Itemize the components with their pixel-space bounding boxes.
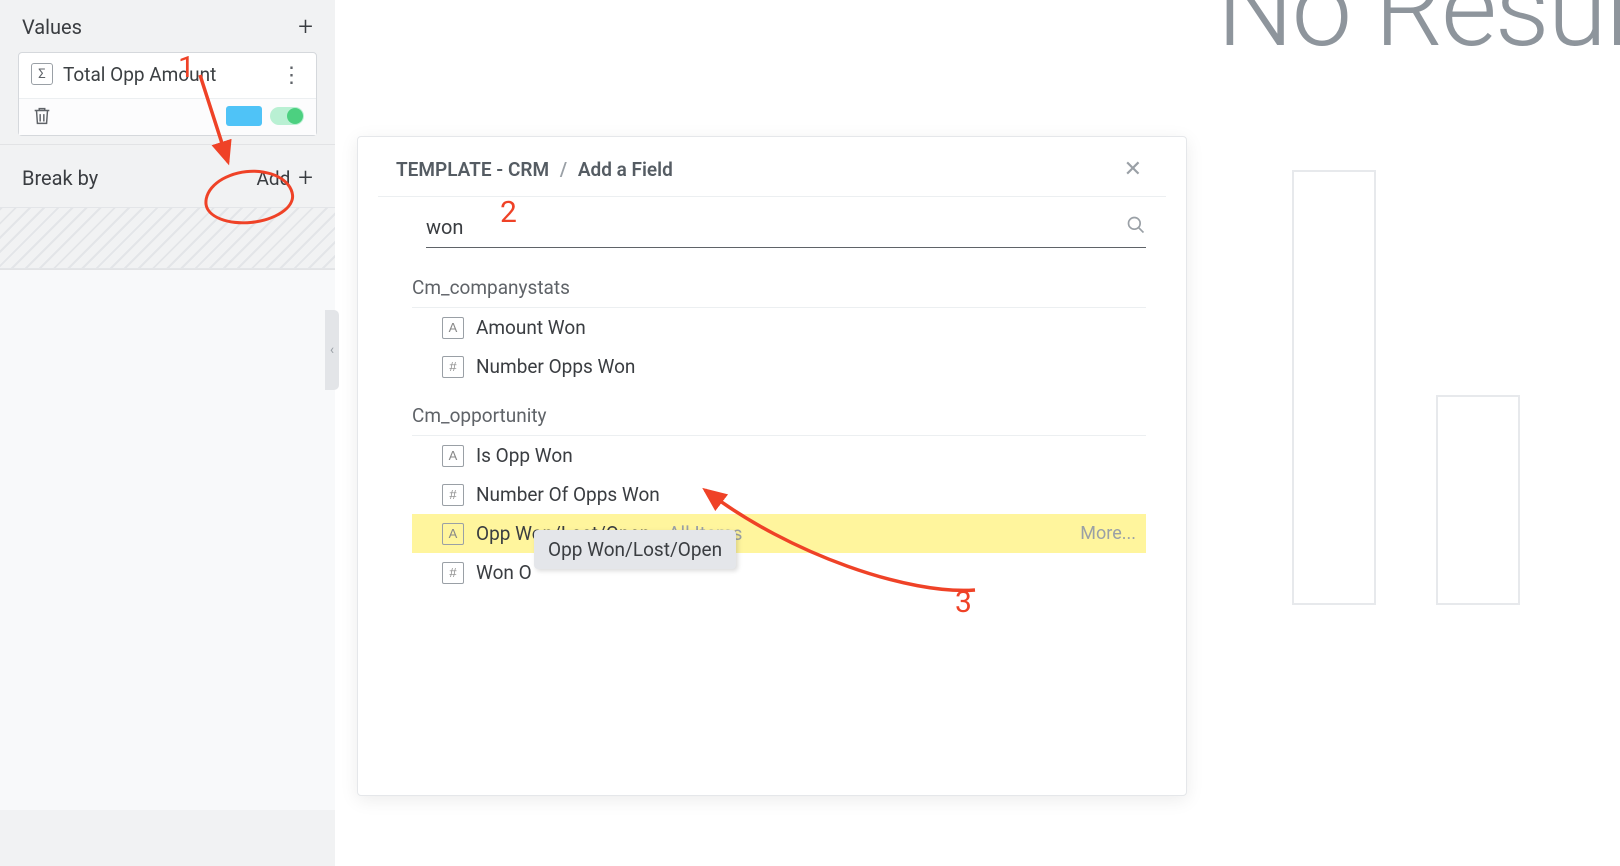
background-chart-placeholder xyxy=(1292,170,1620,605)
breakby-dropzone[interactable] xyxy=(0,207,335,269)
field-name: Amount Won xyxy=(476,316,586,339)
values-section: Values + Σ Total Opp Amount xyxy=(0,0,335,145)
breakby-header: Break by Add + xyxy=(0,145,335,207)
field-result-item[interactable]: # Number Of Opps Won xyxy=(412,475,1146,514)
field-name: Number Opps Won xyxy=(476,355,635,378)
field-result-item[interactable]: A Is Opp Won xyxy=(412,436,1146,475)
config-sidebar: Values + Σ Total Opp Amount Break by xyxy=(0,0,335,866)
value-toggle[interactable] xyxy=(270,107,304,125)
values-header: Values + xyxy=(0,0,335,52)
no-results-heading: No Result xyxy=(1217,0,1620,72)
field-name: Is Opp Won xyxy=(476,444,573,467)
breadcrumb-separator: / xyxy=(560,158,567,181)
field-search-input[interactable] xyxy=(426,215,1126,239)
field-more-link[interactable]: More... xyxy=(1080,523,1136,544)
popover-header: TEMPLATE - CRM / Add a Field ✕ xyxy=(378,137,1166,197)
sidebar-spacer xyxy=(0,270,335,810)
ghost-bar xyxy=(1436,395,1520,605)
close-button[interactable]: ✕ xyxy=(1124,157,1142,182)
value-item-label: Total Opp Amount xyxy=(63,63,280,87)
delete-value-button[interactable] xyxy=(31,105,53,127)
value-item-menu-button[interactable] xyxy=(280,63,304,88)
sidebar-collapse-handle[interactable]: ‹ xyxy=(325,310,339,390)
field-result-item[interactable]: # Number Opps Won xyxy=(412,347,1146,386)
ghost-bar xyxy=(1292,170,1376,605)
add-value-button[interactable]: + xyxy=(298,14,313,40)
value-item-chips xyxy=(226,106,304,126)
field-tooltip: Opp Won/Lost/Open xyxy=(534,530,736,569)
values-title: Values xyxy=(22,15,82,39)
add-field-popover: TEMPLATE - CRM / Add a Field ✕ Cm_compan… xyxy=(357,136,1187,796)
field-result-item[interactable]: # Won O xyxy=(412,553,1146,592)
result-group-title: Cm_companystats xyxy=(412,268,1146,308)
result-group-title: Cm_opportunity xyxy=(412,396,1146,436)
breadcrumb: TEMPLATE - CRM / Add a Field xyxy=(396,158,673,181)
breakby-section: Break by Add + xyxy=(0,145,335,270)
breadcrumb-tail: Add a Field xyxy=(578,158,673,181)
trash-icon xyxy=(31,105,53,127)
type-badge-number-icon: # xyxy=(442,562,464,584)
type-badge-number-icon: # xyxy=(442,356,464,378)
sigma-icon: Σ xyxy=(31,63,53,85)
type-badge-text-icon: A xyxy=(442,445,464,467)
value-item-card[interactable]: Σ Total Opp Amount xyxy=(18,52,317,136)
search-icon xyxy=(1126,215,1146,239)
field-result-item-highlighted[interactable]: A Opp Won/Lost/Open All Items More... xyxy=(412,514,1146,553)
field-name: Number Of Opps Won xyxy=(476,483,660,506)
type-badge-number-icon: # xyxy=(442,484,464,506)
color-chip[interactable] xyxy=(226,106,262,126)
value-item-footer xyxy=(19,98,316,135)
type-badge-text-icon: A xyxy=(442,317,464,339)
search-results: Cm_companystats A Amount Won # Number Op… xyxy=(412,268,1146,592)
breakby-title: Break by xyxy=(22,166,98,190)
breakby-add-button[interactable]: Add + xyxy=(256,165,313,191)
plus-icon: + xyxy=(298,165,313,191)
type-badge-text-icon: A xyxy=(442,523,464,545)
value-item-row: Σ Total Opp Amount xyxy=(19,53,316,98)
breadcrumb-root: TEMPLATE - CRM xyxy=(396,158,549,181)
breakby-add-label: Add xyxy=(256,167,290,190)
field-name: Won O xyxy=(476,561,532,584)
search-row xyxy=(426,211,1146,248)
field-result-item[interactable]: A Amount Won xyxy=(412,308,1146,347)
